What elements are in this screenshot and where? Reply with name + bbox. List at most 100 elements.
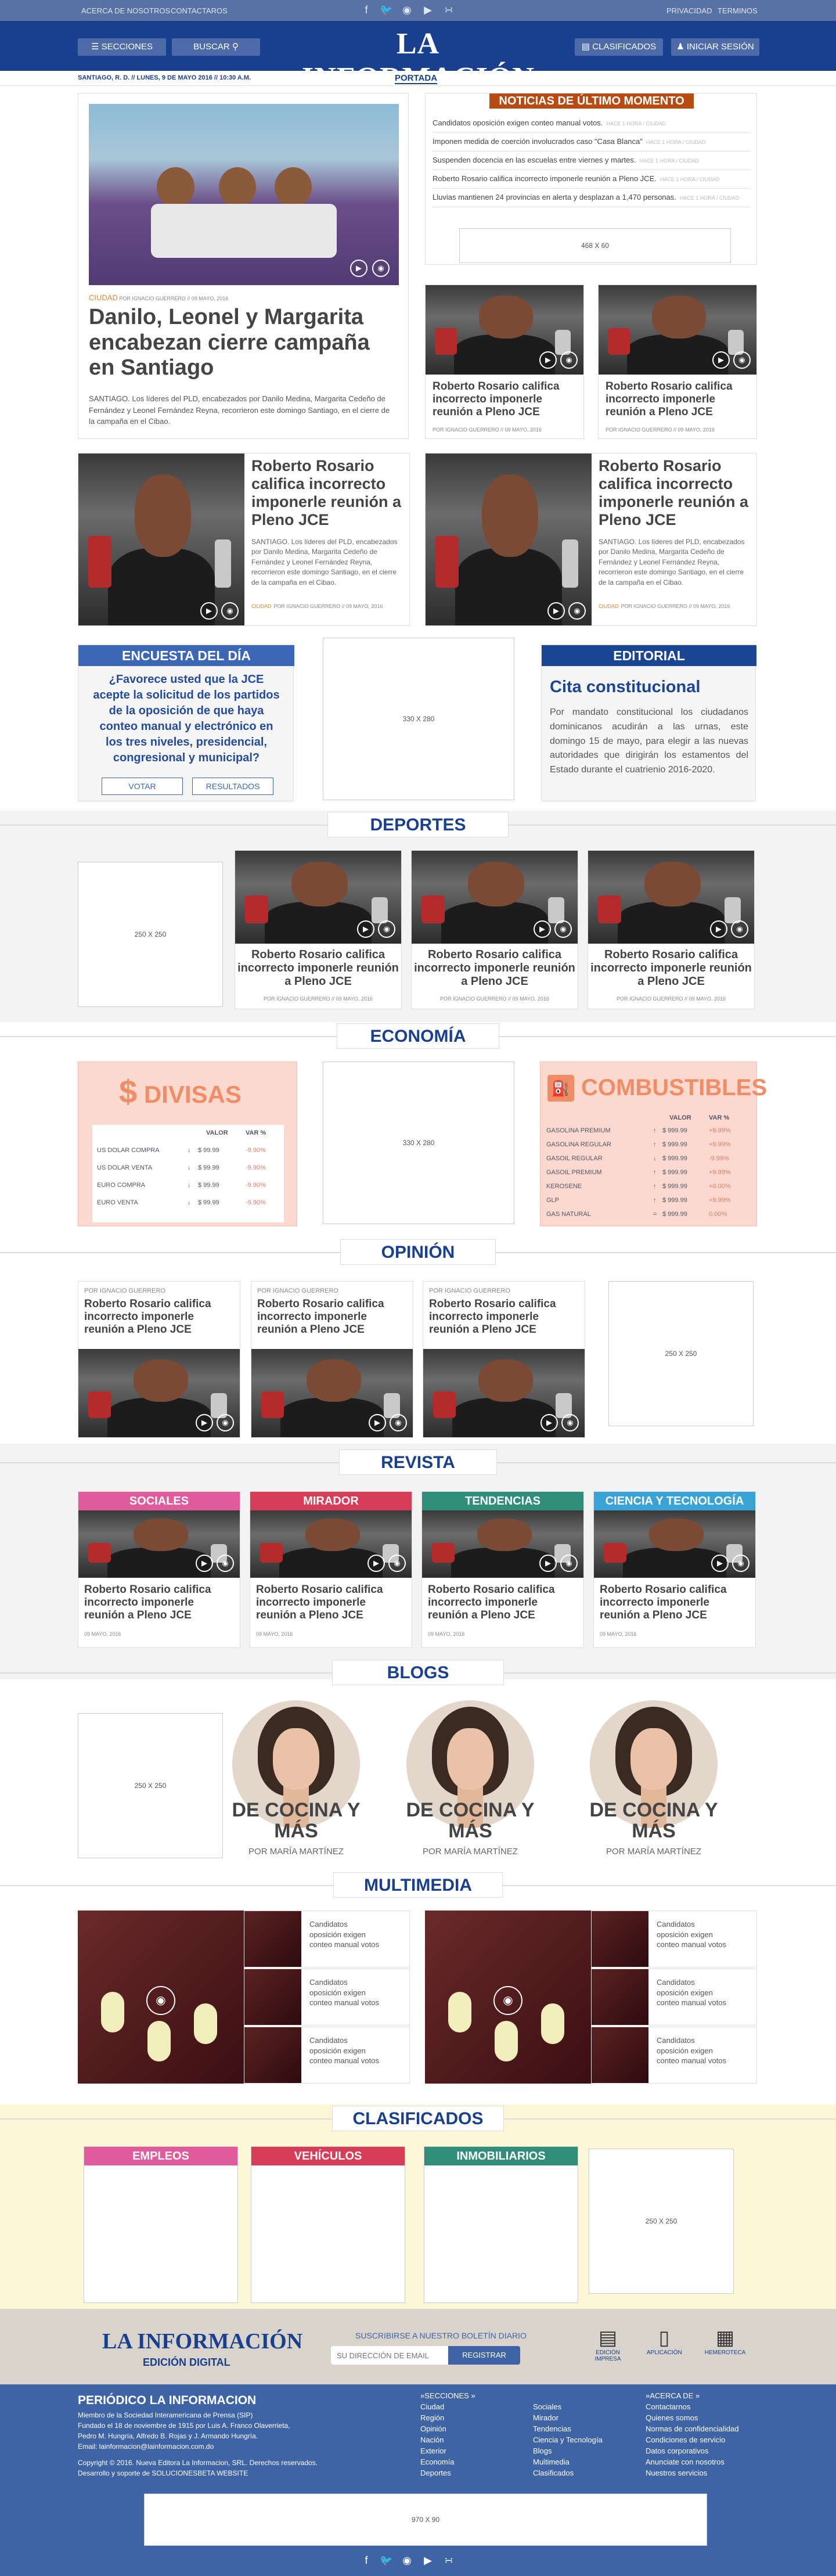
story-title[interactable]: Roberto Rosario califica incorrecto impo… <box>599 457 752 529</box>
footer-link[interactable]: Condiciones de servicio <box>646 2434 738 2445</box>
breaking-item[interactable]: Suspenden docencia en las escuelas entre… <box>433 152 751 170</box>
archive-link[interactable]: ▦ HEMEROTECA <box>704 2326 747 2356</box>
revista-category[interactable]: SOCIALES <box>78 1492 240 1510</box>
ad-250x250-blogs[interactable]: 250 X 250 <box>78 1713 223 1858</box>
classifieds-button[interactable]: ▤ CLASIFICADOS <box>575 38 663 56</box>
play-icon[interactable]: ▶ <box>367 1555 385 1572</box>
results-button[interactable]: RESULTADOS <box>192 778 273 795</box>
privacy-link[interactable]: PRIVACIDAD <box>666 6 712 15</box>
camera-icon[interactable]: ◉ <box>372 260 390 277</box>
multimedia-item[interactable]: Candidatos oposición exigen conteo manua… <box>591 2027 757 2084</box>
login-button[interactable]: ♟ INICIAR SESIÓN <box>671 38 759 56</box>
story-title[interactable]: Roberto Rosario califica incorrecto impo… <box>412 948 578 988</box>
play-icon[interactable]: ▶ <box>357 920 374 938</box>
story-photo[interactable]: ▶ ◉ <box>250 1510 412 1578</box>
clasificados-category[interactable]: VEHÍCULOS <box>251 2147 405 2165</box>
camera-icon[interactable]: ◉ <box>568 602 586 620</box>
story-kicker[interactable]: CIUDAD <box>89 293 118 302</box>
story-photo[interactable]: ▶ ◉ <box>251 1349 413 1437</box>
footer-link[interactable]: Blogs <box>533 2445 603 2456</box>
youtube-icon[interactable]: ▶ <box>421 3 434 16</box>
clasificados-card[interactable]: EMPLEOS <box>84 2146 238 2303</box>
clasificados-category[interactable]: EMPLEOS <box>84 2147 237 2165</box>
facebook-icon[interactable]: f <box>360 2554 373 2567</box>
footer-link[interactable]: Región <box>420 2412 475 2423</box>
play-icon[interactable]: ▶ <box>200 602 218 620</box>
play-icon[interactable]: ▶ <box>196 1555 213 1572</box>
multimedia-main[interactable]: ◉ <box>425 1911 591 2084</box>
camera-icon[interactable]: ◉ <box>560 351 578 369</box>
ad-250x250[interactable]: 250 X 250 <box>78 862 223 1007</box>
rss-icon[interactable]: ∺ <box>442 3 455 16</box>
story-photo[interactable]: ▶ ◉ <box>422 1510 583 1578</box>
footer-link[interactable]: Ciencia y Tecnología <box>533 2434 603 2445</box>
story-photo[interactable]: ▶ ◉ <box>426 285 583 375</box>
revista-heading[interactable]: REVISTA <box>339 1449 497 1475</box>
main-story-photo[interactable]: ▶ ◉ <box>89 104 399 285</box>
main-story-card[interactable]: ▶ ◉ CIUDAD POR IGNACIO GUERRERO // 09 MA… <box>78 93 409 439</box>
deportes-card[interactable]: ▶ ◉ Roberto Rosario califica incorrecto im… <box>235 850 402 1009</box>
ad-250x250-opinion[interactable]: 250 X 250 <box>608 1281 754 1426</box>
footer-link[interactable]: Multimedia <box>533 2456 603 2467</box>
blog-title[interactable]: DE COCINA Y MÁS <box>395 1800 546 1841</box>
opinion-card[interactable]: POR IGNACIO GUERRERO Roberto Rosario cali… <box>423 1281 585 1438</box>
footer-link[interactable]: Opinión <box>420 2423 475 2434</box>
search-button[interactable]: BUSCAR ⚲ <box>172 38 260 56</box>
camera-icon[interactable]: ◉ <box>733 351 751 369</box>
multimedia-main[interactable]: ◉ <box>78 1911 244 2084</box>
story-photo[interactable]: ▶ ◉ <box>588 851 754 944</box>
footer-link[interactable]: Quienes somos <box>646 2412 738 2423</box>
story-kicker[interactable]: CIUDAD <box>251 603 272 609</box>
story-title[interactable]: Roberto Rosario califica incorrecto impo… <box>84 1584 235 1622</box>
footer-link[interactable]: Nuestros servicios <box>646 2467 738 2478</box>
blog-title[interactable]: DE COCINA Y MÁS <box>578 1800 729 1841</box>
ad-970x90[interactable]: 970 X 90 <box>144 2494 707 2546</box>
footer-link[interactable]: Contactarnos <box>646 2401 738 2412</box>
multimedia-item[interactable]: Candidatos oposición exigen conteo manua… <box>591 1969 757 2025</box>
twitter-icon[interactable]: 🐦 <box>380 2554 392 2567</box>
camera-icon[interactable]: ◉ <box>217 1414 234 1431</box>
ad-330x280[interactable]: 330 X 280 <box>323 638 514 800</box>
register-button[interactable]: REGISTRAR <box>448 2346 520 2365</box>
blog-title[interactable]: DE COCINA Y MÁS <box>221 1800 372 1841</box>
breaking-item[interactable]: Roberto Rosario califica incorrecto impo… <box>433 170 751 189</box>
camera-icon[interactable]: ◉ <box>146 1986 175 2015</box>
breaking-item[interactable]: Candidatos oposición exigen conteo manua… <box>433 114 751 133</box>
footer-link[interactable]: Datos corporativos <box>646 2445 738 2456</box>
story-photo[interactable]: ▶ ◉ <box>423 1349 585 1437</box>
story-title[interactable]: Roberto Rosario califica incorrecto impo… <box>606 380 751 419</box>
opinion-card[interactable]: POR IGNACIO GUERRERO Roberto Rosario cali… <box>78 1281 240 1438</box>
camera-icon[interactable]: ◉ <box>731 920 748 938</box>
play-icon[interactable]: ▶ <box>534 920 551 938</box>
play-icon[interactable]: ▶ <box>711 1555 729 1572</box>
story-photo[interactable]: ▶ ◉ <box>78 1349 240 1437</box>
story-photo[interactable]: ▶ ◉ <box>78 454 244 625</box>
footer-link[interactable]: Deportes <box>420 2467 475 2478</box>
email-input[interactable] <box>331 2346 448 2365</box>
footer-link[interactable]: Clasificados <box>533 2467 603 2478</box>
sections-button[interactable]: ☰ SECCIONES <box>78 38 166 56</box>
play-icon[interactable]: ▶ <box>196 1414 213 1431</box>
story-title[interactable]: Roberto Rosario califica incorrecto impo… <box>600 1584 751 1622</box>
play-icon[interactable]: ▶ <box>539 1555 557 1572</box>
clasificados-heading[interactable]: CLASIFICADOS <box>332 2106 504 2131</box>
opinion-card[interactable]: POR IGNACIO GUERRERO Roberto Rosario cali… <box>251 1281 413 1438</box>
medium-story-card[interactable]: ▶ ◉ Roberto Rosario califica incorrecto im… <box>78 453 410 626</box>
story-photo[interactable]: ▶ ◉ <box>599 285 756 375</box>
opinion-heading[interactable]: OPINIÓN <box>340 1239 496 1265</box>
instagram-icon[interactable]: ◉ <box>401 2554 413 2567</box>
print-edition-link[interactable]: ▤ EDICIÓN IMPRESA <box>591 2326 625 2362</box>
footer-link[interactable]: Ciudad <box>420 2401 475 2412</box>
play-icon[interactable]: ▶ <box>350 260 367 277</box>
camera-icon[interactable]: ◉ <box>493 1986 522 2015</box>
revista-category[interactable]: CIENCIA Y TECNOLOGÍA <box>594 1492 755 1510</box>
footer-link[interactable]: Economía <box>420 2456 475 2467</box>
story-title[interactable]: Roberto Rosario califica incorrecto impo… <box>251 457 405 529</box>
story-photo[interactable]: ▶ ◉ <box>78 1510 240 1578</box>
breaking-item[interactable]: Lluvias mantienen 24 provincias en alert… <box>433 189 751 207</box>
revista-category[interactable]: TENDENCIAS <box>422 1492 583 1510</box>
camera-icon[interactable]: ◉ <box>388 1555 406 1572</box>
deportes-card[interactable]: ▶ ◉ Roberto Rosario califica incorrecto im… <box>411 850 578 1009</box>
terms-link[interactable]: TERMINOS <box>718 6 758 15</box>
multimedia-heading[interactable]: MULTIMEDIA <box>333 1872 503 1898</box>
